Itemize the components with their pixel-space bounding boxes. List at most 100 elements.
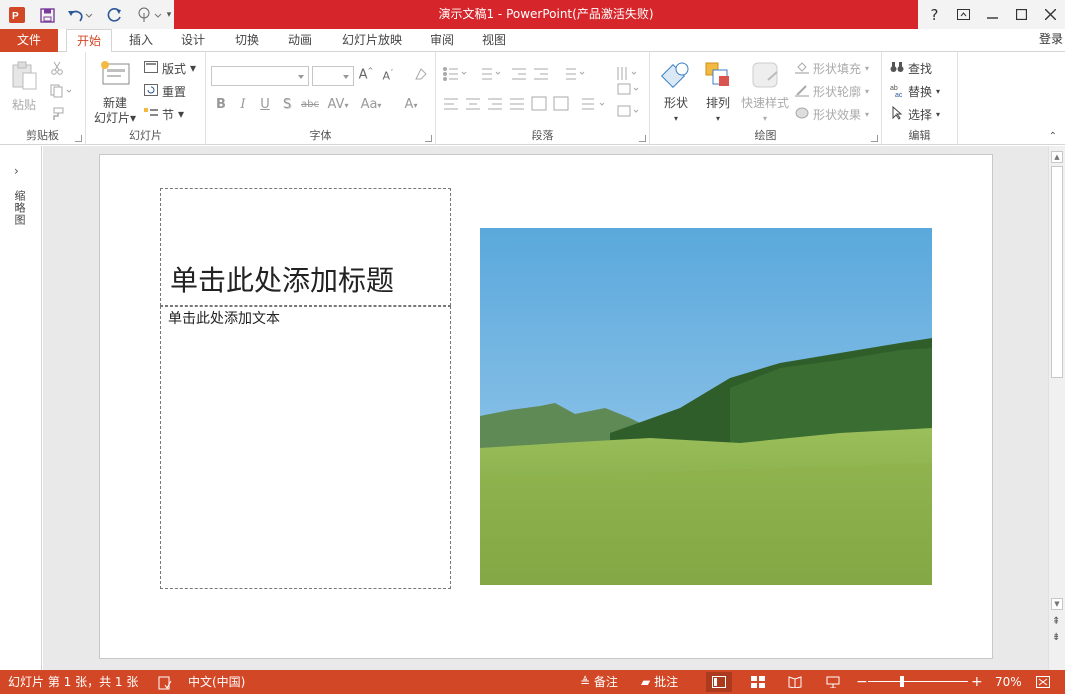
drawing-group-label: 绘图 [754,129,777,142]
scroll-thumb[interactable] [1051,166,1063,378]
font-name-combo[interactable] [211,66,309,86]
bold-button[interactable]: B [211,97,231,112]
new-slide-button[interactable]: 新建 幻灯片▾ [90,60,140,126]
close-icon[interactable] [1036,0,1065,29]
section-label: 节 [162,107,175,122]
new-slide-label-2: 幻灯片▾ [93,111,137,125]
arrange-button[interactable]: 排列 ▾ [698,60,738,126]
previous-slide-icon[interactable]: ⇞ [1052,616,1060,627]
ribbon: 粘贴 剪贴板 新建 幻灯片▾ 版式 ▾ 重置 节 ▾ 幻灯片 A^ Aˇ B I… [0,52,1065,145]
shape-fill-button[interactable]: 形状填充 ▾ [795,58,869,78]
reset-button[interactable]: 重置 [144,81,186,101]
effects-icon [795,106,809,123]
shape-effects-button[interactable]: 形状效果 ▾ [795,104,869,124]
paste-button[interactable]: 粘贴 [6,60,42,113]
reset-icon [144,83,158,99]
paragraph-launcher-icon[interactable] [639,135,646,142]
slideshow-view-icon[interactable] [820,672,846,692]
font-color-button[interactable]: A▾ [398,97,424,112]
slide-info[interactable]: 幻灯片 第 1 张，共 1 张 [8,670,138,694]
notes-button[interactable]: ≜ 备注 [580,670,618,694]
shape-fill-label: 形状填充 [813,61,862,76]
ribbon-display-icon[interactable] [949,0,978,29]
change-case-button[interactable]: Aa▾ [356,97,386,112]
tab-home[interactable]: 开始 [66,29,112,53]
title-bar: P ▾ 演示文稿1 - PowerPoint(产品激活失败) ? [0,0,1065,29]
grow-font-icon[interactable]: A^ [356,67,376,82]
cut-icon[interactable] [50,58,64,78]
comment-icon: ▰ [641,675,651,689]
underline-button[interactable]: U [255,97,275,112]
select-button[interactable]: 选择 ▾ [890,104,940,124]
slides-group: 新建 幻灯片▾ 版式 ▾ 重置 节 ▾ 幻灯片 [86,52,206,145]
tab-insert[interactable]: 插入 [122,29,160,52]
layout-icon [144,60,158,76]
grassland-mountain-photo[interactable] [480,228,932,585]
paragraph-tools-icon[interactable] [442,66,647,128]
slide-sorter-icon[interactable] [745,672,771,692]
shape-outline-button[interactable]: 形状轮廓 ▾ [795,81,869,101]
replace-icon: ab ac [890,83,904,100]
comments-button[interactable]: ▰ 批注 [641,670,678,694]
zoom-in-icon[interactable]: + [971,670,983,694]
customize-qat-icon[interactable]: ▾ [164,4,174,26]
tab-transitions[interactable]: 切换 [228,29,266,52]
quick-styles-button[interactable]: 快速样式 ▾ [738,60,792,126]
tab-design[interactable]: 设计 [174,29,212,52]
font-size-combo[interactable] [312,66,354,86]
slide[interactable]: 单击此处添加标题 单击此处添加文本 [99,154,993,659]
help-icon[interactable]: ? [920,0,949,29]
reading-view-icon[interactable] [782,672,808,692]
tab-animations[interactable]: 动画 [281,29,319,52]
shapes-button[interactable]: 形状 ▾ [656,60,696,126]
shadow-button[interactable]: S [277,97,297,112]
tab-view[interactable]: 视图 [475,29,513,52]
body-placeholder[interactable]: 单击此处添加文本 [160,306,451,589]
shrink-font-icon[interactable]: Aˇ [378,69,398,83]
thumbnail-label: 缩略图 [13,190,26,226]
paragraph-group: 段落 [436,52,650,145]
minimize-icon[interactable] [978,0,1007,29]
zoom-slider[interactable] [868,681,968,682]
title-placeholder[interactable]: 单击此处添加标题 [160,188,451,306]
char-spacing-button[interactable]: AV▾ [324,97,352,112]
clipboard-launcher-icon[interactable] [75,135,82,142]
layout-button[interactable]: 版式 ▾ [144,58,196,78]
editing-group: 查找 ab ac 替换 ▾ 选择 ▾ 编辑 [882,52,958,145]
format-painter-icon[interactable] [50,104,64,124]
touch-mode-icon[interactable] [134,4,164,26]
expand-panel-icon[interactable]: › [14,164,19,178]
replace-button[interactable]: ab ac 替换 ▾ [890,81,940,101]
zoom-level[interactable]: 70% [995,670,1022,694]
find-button[interactable]: 查找 [890,58,932,78]
normal-view-icon[interactable] [706,672,732,692]
fit-slide-icon[interactable] [1030,672,1056,692]
tab-review[interactable]: 审阅 [423,29,461,52]
undo-icon[interactable] [64,4,96,26]
vertical-scrollbar[interactable]: ▲ ▼ ⇞ ⇟ [1048,146,1065,670]
tab-slideshow[interactable]: 幻灯片放映 [336,29,408,52]
italic-button[interactable]: I [233,97,253,112]
maximize-icon[interactable] [1007,0,1036,29]
zoom-slider-thumb[interactable] [900,676,904,687]
collapse-ribbon-icon[interactable]: ⌃ [1049,131,1057,142]
paste-icon [6,60,42,96]
find-label: 查找 [908,61,933,76]
section-button[interactable]: 节 ▾ [144,104,184,124]
zoom-out-icon[interactable]: − [856,670,868,694]
scroll-down-icon[interactable]: ▼ [1051,598,1063,610]
new-slide-label-1: 新建 [102,96,127,110]
redo-icon[interactable] [104,4,126,26]
login-link[interactable]: 登录 [1039,29,1065,49]
scroll-up-icon[interactable]: ▲ [1051,151,1063,163]
strikethrough-button[interactable]: abc [298,99,322,110]
save-icon[interactable] [36,4,58,26]
language-indicator[interactable]: 中文(中国) [188,670,245,694]
spellcheck-icon[interactable] [158,670,172,694]
font-launcher-icon[interactable] [425,135,432,142]
next-slide-icon[interactable]: ⇟ [1052,632,1060,643]
drawing-launcher-icon[interactable] [871,135,878,142]
clear-format-icon[interactable] [411,67,431,85]
tab-file[interactable]: 文件 [0,29,58,52]
copy-icon[interactable] [50,81,72,101]
